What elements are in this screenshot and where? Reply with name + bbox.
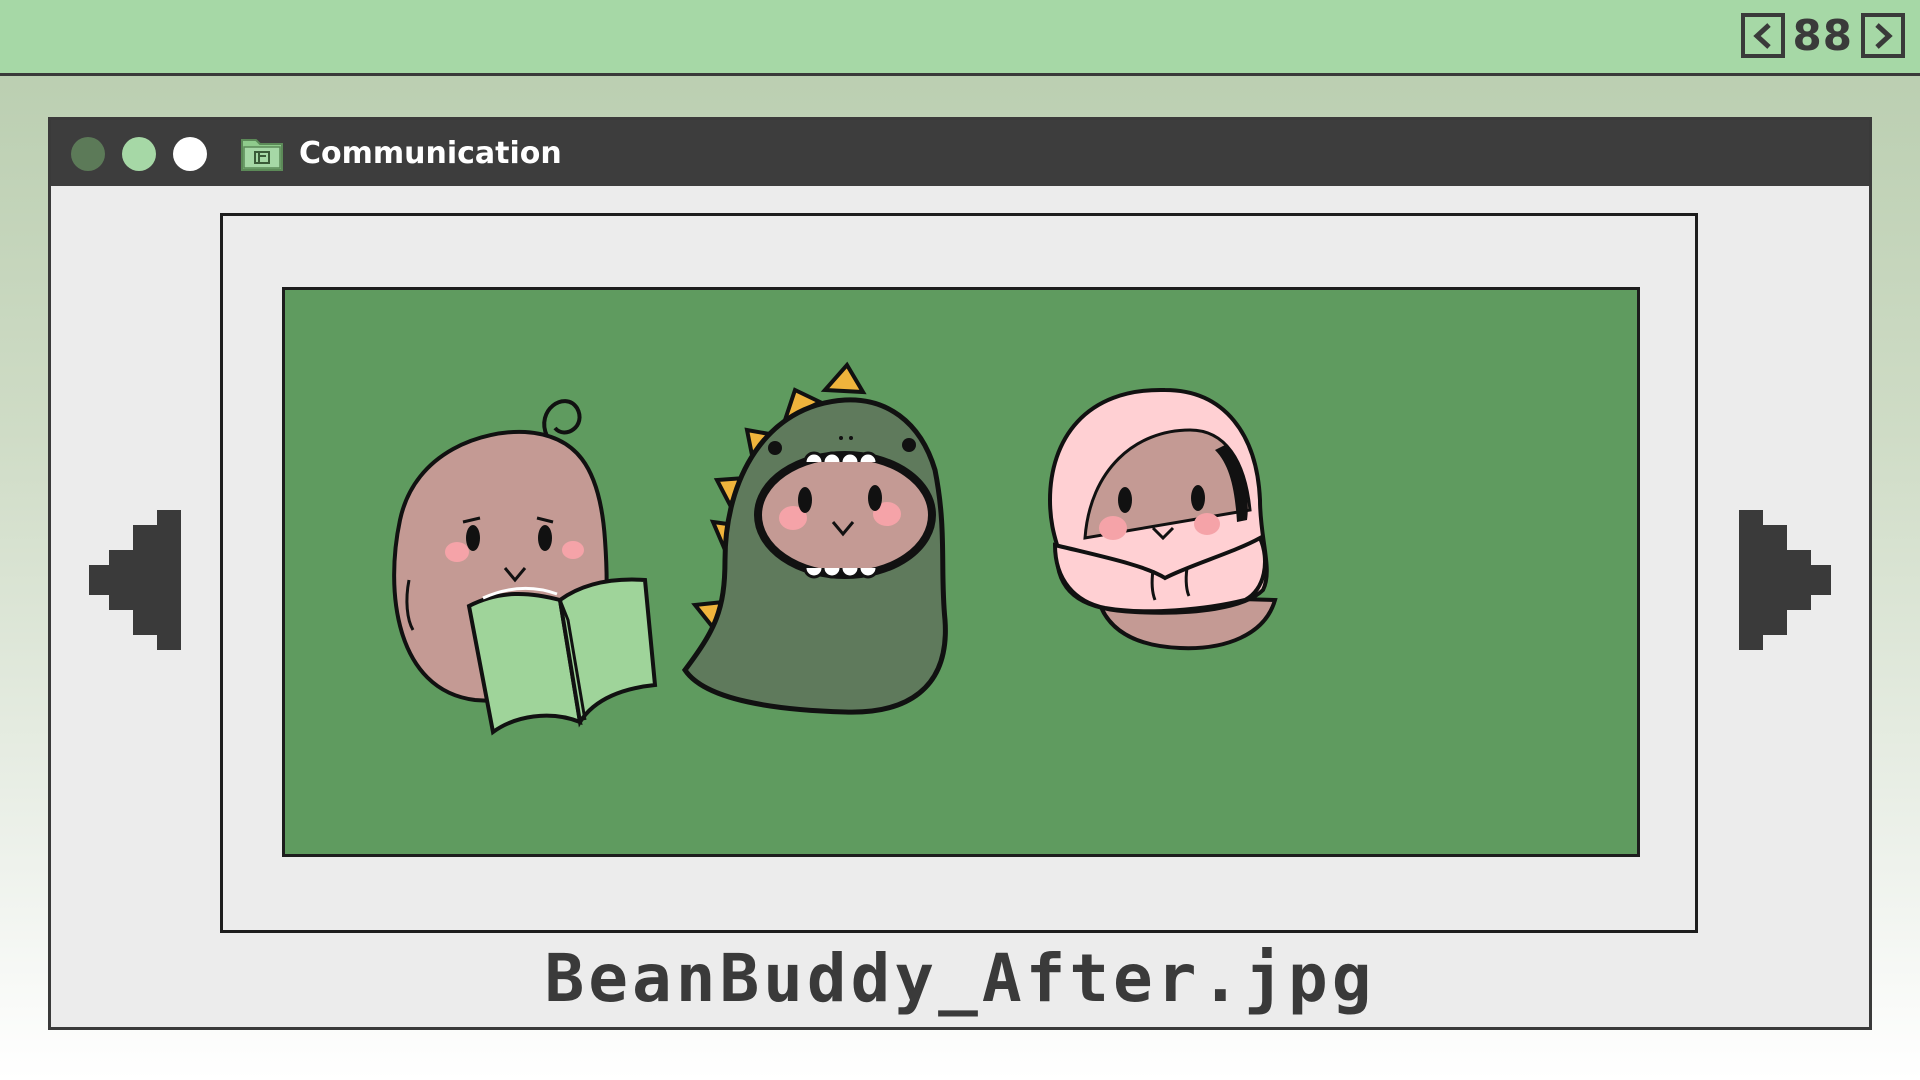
window-minimize-button[interactable]	[122, 137, 156, 171]
image-frame	[220, 213, 1698, 933]
image-filename: BeanBuddy_After.jpg	[544, 940, 1376, 1017]
bean-reading-book	[392, 399, 658, 736]
pixel-arrow-right-icon[interactable]	[1731, 495, 1831, 665]
top-bar: 88	[0, 0, 1920, 76]
prev-page-button[interactable]	[1740, 13, 1785, 58]
window-title-bar: Communication	[51, 120, 1869, 186]
pager: 88	[1740, 10, 1905, 61]
window-close-button[interactable]	[71, 137, 105, 171]
image-preview	[282, 287, 1640, 857]
folder-icon	[241, 139, 283, 171]
bean-in-dinosaur-costume	[681, 361, 948, 715]
pixel-arrow-left-icon[interactable]	[89, 495, 189, 665]
image-viewer-window: Communication BeanBuddy_After.jpg	[48, 117, 1872, 1030]
chevron-right-icon	[1875, 22, 1893, 49]
chevron-left-icon	[1752, 22, 1771, 49]
window-maximize-button[interactable]	[173, 137, 207, 171]
next-page-button[interactable]	[1861, 13, 1905, 58]
page-number: 88	[1792, 11, 1853, 60]
bean-in-pink-hoodie	[1047, 387, 1278, 651]
window-title: Communication	[299, 136, 562, 171]
